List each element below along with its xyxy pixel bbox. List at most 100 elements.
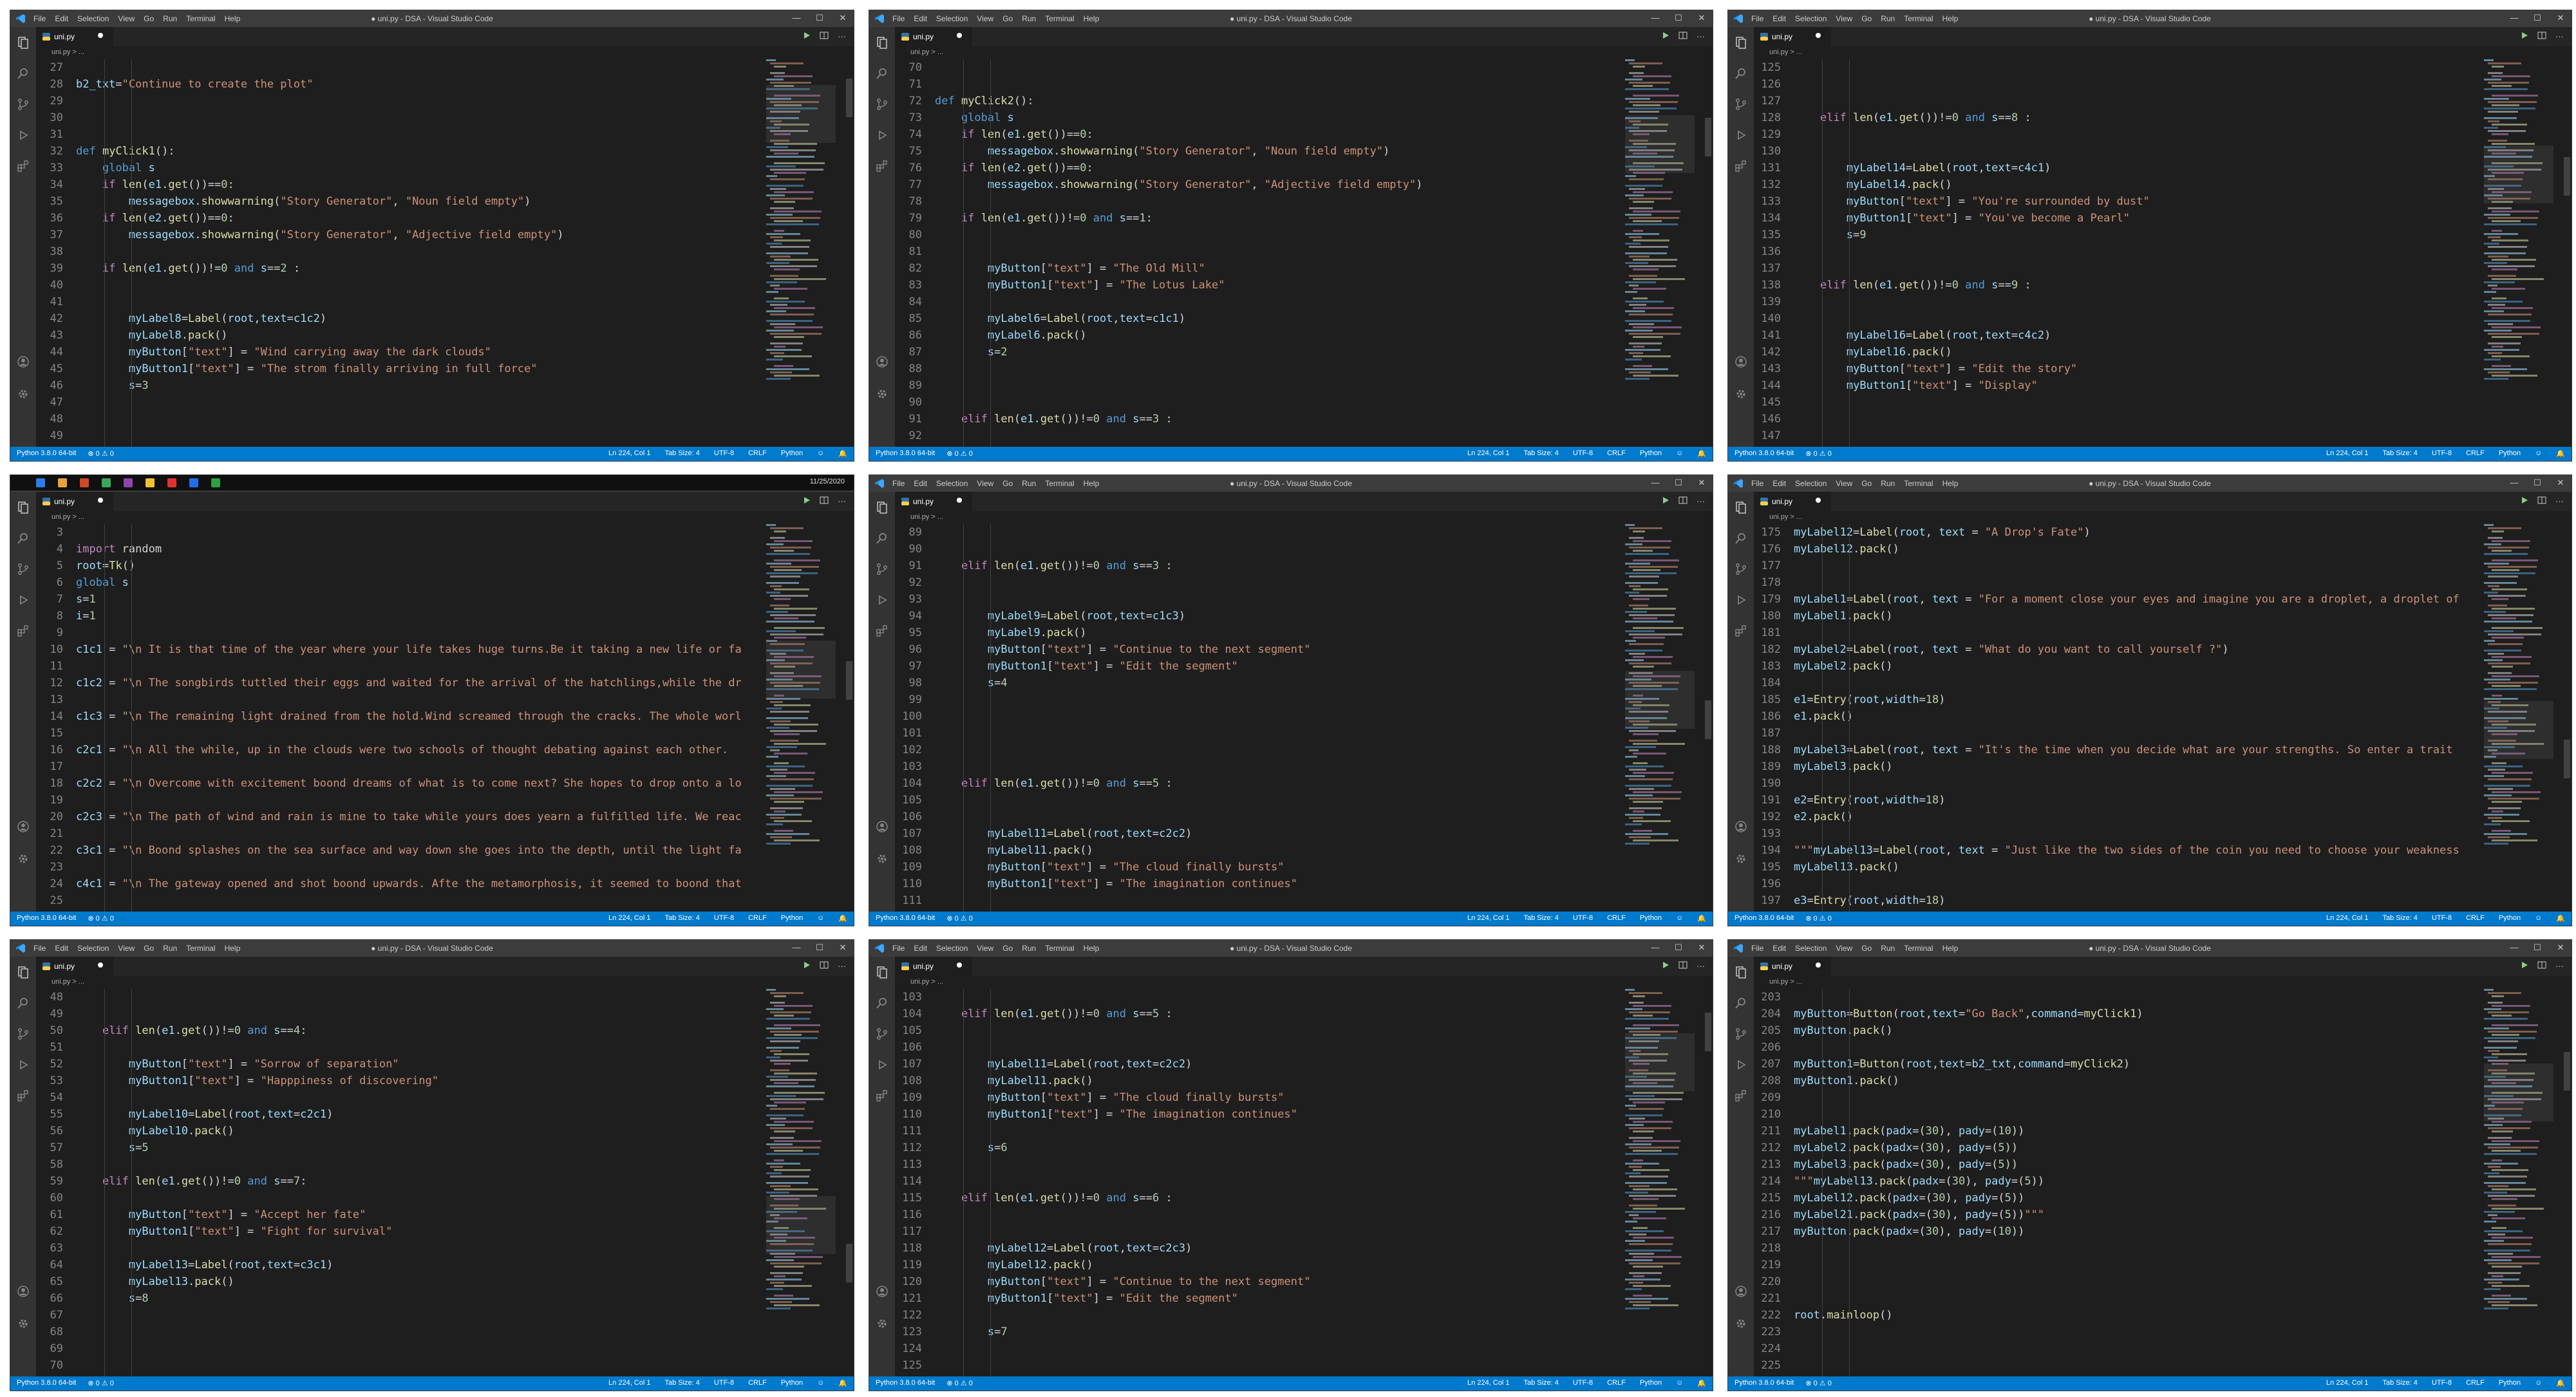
breadcrumb-path[interactable]: uni.py > ... [1769,48,1802,56]
code-line[interactable] [76,411,764,427]
menu-item-edit[interactable]: Edit [1772,479,1786,488]
language-mode[interactable]: Python [1640,1379,1662,1387]
code-line[interactable] [935,725,1622,742]
run-file-icon[interactable] [803,32,811,41]
line-ending[interactable]: CRLF [1607,449,1626,458]
vertical-scrollbar[interactable] [1704,989,1713,1376]
gear-icon[interactable] [17,388,30,400]
feedback-icon[interactable]: ☺ [1676,914,1683,923]
code-line[interactable]: elif len(e1.get())!=0 and s==7: [76,1173,764,1190]
code-line[interactable]: e1.pack() [1794,708,2481,725]
scrollbar-thumb[interactable] [846,1244,852,1282]
code-line[interactable]: """myLabel13=Label(root, text = "Just li… [1794,842,2481,859]
code-editor[interactable]: 48 49 50 51 52 53 54 55 56 57 58 59 60 61 62 63 64 65 66 67… [36,989,764,1376]
more-actions-icon[interactable]: ··· [838,961,846,971]
more-actions-icon[interactable]: ··· [838,32,846,41]
encoding[interactable]: UTF-8 [2432,914,2452,923]
code-editor[interactable]: 103 104 105 106 107 108 109 110 111 112 113 114 115 1… [895,989,1622,1376]
explorer-icon[interactable] [17,36,30,49]
tab-size[interactable]: Tab Size: 4 [664,1379,699,1387]
source-control-icon[interactable] [1735,1027,1747,1040]
menu-item-help[interactable]: Help [1942,944,1959,953]
explorer-icon[interactable] [17,501,30,514]
menu-item-edit[interactable]: Edit [55,944,68,953]
taskbar-app-icon[interactable] [80,478,89,487]
code-line[interactable] [935,1307,1622,1324]
code-line[interactable]: myLabel10.pack() [76,1123,764,1139]
run-file-icon[interactable] [1662,961,1669,971]
code-line[interactable]: myButton1.pack() [1794,1073,2481,1089]
menu-item-selection[interactable]: Selection [936,14,968,23]
menu-item-file[interactable]: File [1751,479,1763,488]
menu-item-selection[interactable]: Selection [1795,479,1827,488]
menu-item-edit[interactable]: Edit [1772,944,1786,953]
code-area[interactable]: elif len(e1.get())!=0 and s==3 : myLabel… [935,524,1622,912]
code-line[interactable]: myLabel13.pack() [1794,859,2481,876]
code-line[interactable]: myButton1["text"] = "You've become a Pea… [1794,210,2481,227]
maximize-icon[interactable]: ☐ [815,942,824,953]
tab-size[interactable]: Tab Size: 4 [1523,914,1558,923]
code-line[interactable] [935,1340,1622,1357]
maximize-icon[interactable]: ☐ [2533,942,2542,953]
explorer-icon[interactable] [1735,966,1747,979]
code-line[interactable] [935,227,1622,243]
code-line[interactable]: myLabel11.pack() [935,842,1622,859]
gear-icon[interactable] [17,1317,30,1330]
code-line[interactable] [1794,260,2481,277]
menu-item-edit[interactable]: Edit [914,479,927,488]
language-mode[interactable]: Python [1640,914,1662,923]
split-editor-icon[interactable] [1678,32,1688,41]
taskbar-app-icon[interactable] [102,478,111,487]
accounts-icon[interactable] [876,355,888,368]
minimap[interactable] [2484,59,2553,447]
breadcrumb-path[interactable]: uni.py > ... [52,513,84,521]
code-line[interactable]: elif len(e1.get())!=0 and s==4: [76,1022,764,1039]
code-line[interactable] [1794,574,2481,591]
menu-item-go[interactable]: Go [1002,479,1013,488]
minimap[interactable] [1625,524,1695,912]
more-actions-icon[interactable]: ··· [1697,961,1705,971]
cursor-position[interactable]: Ln 224, Col 1 [608,449,650,458]
code-line[interactable] [76,1240,764,1257]
code-line[interactable]: myLabel14=Label(root,text=c4c1) [1794,160,2481,176]
code-line[interactable]: s=7 [935,1324,1622,1340]
code-line[interactable] [76,1357,764,1374]
code-line[interactable] [1794,558,2481,574]
menu-item-run[interactable]: Run [1881,944,1895,953]
code-line[interactable]: myLabel2=Label(root, text = "What do you… [1794,641,2481,658]
extensions-icon[interactable] [876,1089,888,1102]
code-line[interactable] [1794,1257,2481,1273]
menu-item-go[interactable]: Go [144,14,154,23]
code-line[interactable]: myButton["text"] = "Edit the story" [1794,361,2481,377]
bell-icon[interactable]: 🔔 [838,1379,847,1387]
taskbar-app-icon[interactable] [58,478,67,487]
source-control-icon[interactable] [1735,563,1747,576]
more-actions-icon[interactable]: ··· [838,496,846,506]
code-line[interactable]: myButton["text"] = "Continue to the next… [935,1273,1622,1290]
run-debug-icon[interactable] [876,129,888,142]
code-line[interactable] [935,1357,1622,1374]
line-ending[interactable]: CRLF [2466,914,2485,923]
menu-item-file[interactable]: File [1751,14,1763,23]
code-line[interactable]: s=1 [76,591,764,608]
language-mode[interactable]: Python [2499,1379,2521,1387]
code-line[interactable] [76,427,764,444]
code-line[interactable] [935,377,1622,394]
minimap[interactable] [766,59,836,447]
code-line[interactable] [935,243,1622,260]
code-line[interactable]: elif len(e1.get())!=0 and s==6 : [935,1190,1622,1206]
menu-item-selection[interactable]: Selection [1795,944,1827,953]
menu-item-selection[interactable]: Selection [936,479,968,488]
code-line[interactable] [76,691,764,708]
code-editor[interactable]: 203 204 205 206 207 208 209 210 211 212 213 214 215 2… [1754,989,2481,1376]
language-mode[interactable]: Python [2499,449,2521,458]
code-line[interactable] [1794,411,2481,427]
python-interpreter[interactable]: Python 3.8.0 64-bit [876,914,935,923]
source-control-icon[interactable] [1735,98,1747,111]
code-line[interactable]: myButton1["text"] = "The imagination con… [935,876,1622,892]
run-file-icon[interactable] [1662,32,1669,41]
gear-icon[interactable] [1735,388,1747,400]
menu-item-view[interactable]: View [1836,14,1852,23]
code-line[interactable] [935,892,1622,909]
code-line[interactable] [1794,76,2481,93]
